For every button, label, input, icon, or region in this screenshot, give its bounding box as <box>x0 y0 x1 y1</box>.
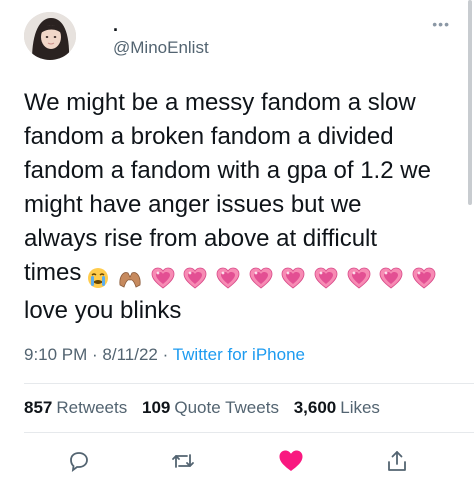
quote-tweets-count: 109 <box>141 398 171 417</box>
sparkling-heart-icon <box>151 267 175 289</box>
retweet-button[interactable] <box>168 446 198 476</box>
tweet-line: love you blinks <box>24 297 182 324</box>
avatar[interactable] <box>24 12 76 60</box>
divider <box>24 432 474 433</box>
tweet-line: fandom a broken fandom a divided <box>24 123 394 150</box>
sparkling-heart-icon <box>281 267 305 289</box>
likes-stat[interactable]: 3,600 Likes <box>294 398 380 417</box>
user-handle[interactable]: @MinoEnlist <box>113 38 209 58</box>
reply-button[interactable] <box>64 446 94 476</box>
sparkling-heart-icon <box>412 267 436 289</box>
retweets-count: 857 <box>24 398 53 417</box>
share-button[interactable] <box>382 446 412 476</box>
ellipsis-icon[interactable]: ••• <box>432 16 450 32</box>
sparkling-heart-icon <box>314 267 338 289</box>
meta-separator: · <box>157 345 173 364</box>
retweets-label: Retweets <box>56 398 128 417</box>
likes-count: 3,600 <box>293 398 337 417</box>
share-icon <box>388 451 406 471</box>
heart-filled-icon <box>279 450 303 471</box>
tweet-header: . @MinoEnlist ••• <box>24 12 450 60</box>
scrollbar[interactable] <box>468 0 472 205</box>
tweet-meta: 9:10 PM · 8/11/22 · Twitter for iPhone <box>24 345 305 365</box>
quote-tweets-label: Quote Tweets <box>174 398 279 417</box>
tweet-time[interactable]: 9:10 PM <box>24 345 87 364</box>
sparkling-heart-icon <box>216 267 240 289</box>
retweet-icon <box>172 454 194 468</box>
tweet-line-with-emojis: times <box>24 256 464 294</box>
meta-separator: · <box>87 345 103 364</box>
tweet-text: We might be a messy fandom a slow fandom… <box>24 86 464 328</box>
sparkling-heart-icon <box>379 267 403 289</box>
heart-hands-icon <box>119 271 141 288</box>
quote-tweets-stat[interactable]: 109 Quote Tweets <box>142 398 279 417</box>
sparkling-heart-icon <box>183 267 207 289</box>
source-link[interactable]: Twitter for iPhone <box>173 345 305 364</box>
emoji-row <box>87 260 438 294</box>
display-name[interactable]: . <box>113 16 118 34</box>
tweet-line: We might be a messy fandom a slow <box>24 89 416 116</box>
sparkling-heart-icon <box>249 267 273 289</box>
retweets-stat[interactable]: 857 Retweets <box>24 398 127 417</box>
like-button[interactable] <box>276 446 306 476</box>
tweet-date[interactable]: 8/11/22 <box>102 345 157 364</box>
action-bar <box>0 446 474 476</box>
reply-icon <box>70 452 88 472</box>
tweet-stats: 857 Retweets 109 Quote Tweets 3,600 Likes <box>24 398 390 418</box>
sparkling-heart-icon <box>347 267 371 289</box>
likes-label: Likes <box>340 398 380 417</box>
crying-face-icon <box>88 267 109 288</box>
divider <box>24 383 474 384</box>
tweet-line: might have anger issues but we <box>24 191 362 218</box>
tweet-line: always rise from above at difficult <box>24 225 378 252</box>
tweet-line: fandom a fandom with a gpa of 1.2 we <box>24 157 431 184</box>
tweet-line: times <box>24 259 82 286</box>
